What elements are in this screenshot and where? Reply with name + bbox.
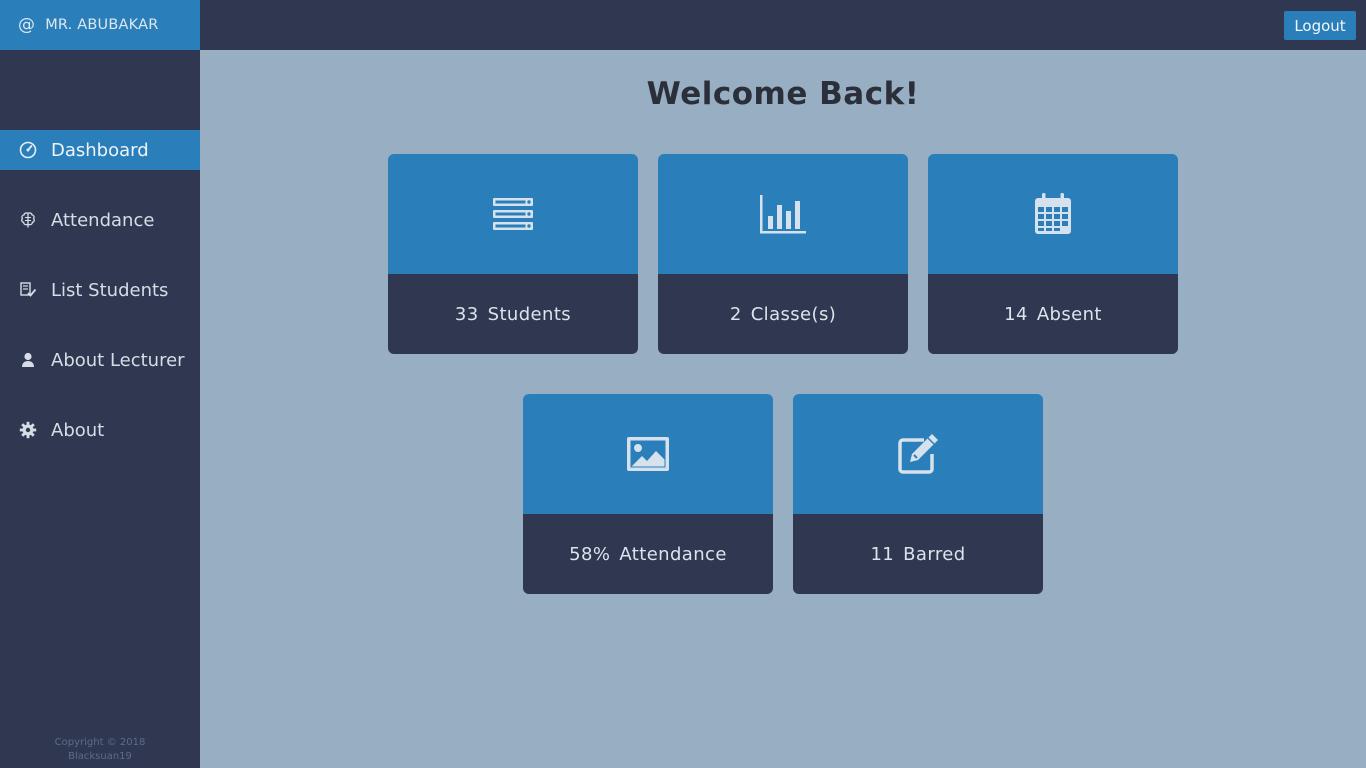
user-name: MR. ABUBAKAR: [45, 17, 159, 33]
dashboard-gauge-icon: [19, 141, 37, 159]
card-barred[interactable]: 11 Barred: [793, 394, 1043, 594]
bar-chart-icon: [760, 195, 806, 234]
logout-button[interactable]: Logout: [1284, 11, 1356, 40]
card-caption: 33 Students: [388, 274, 638, 354]
card-icon-area: [388, 154, 638, 274]
card-label: Students: [487, 303, 572, 325]
card-value: 58%: [569, 543, 611, 565]
calendar-icon: [1035, 193, 1071, 234]
sidebar-item-label: About Lecturer: [51, 349, 185, 371]
card-caption: 11 Barred: [793, 514, 1043, 594]
gear-icon: [19, 421, 37, 439]
card-icon-area: [793, 394, 1043, 514]
card-caption: 2 Classe(s): [658, 274, 908, 354]
card-label: Attendance: [619, 543, 727, 565]
card-icon-area: [658, 154, 908, 274]
user-icon: [19, 351, 37, 369]
card-value: 11: [870, 543, 895, 565]
top-bar: Logout: [200, 0, 1366, 50]
card-icon-area: [523, 394, 773, 514]
card-icon-area: [928, 154, 1178, 274]
sidebar-item-dashboard[interactable]: Dashboard: [0, 130, 200, 170]
sidebar-item-label: List Students: [51, 279, 169, 301]
card-label: Classe(s): [750, 303, 837, 325]
card-value: 33: [454, 303, 479, 325]
sidebar-item-label: About: [51, 419, 105, 441]
card-attendance[interactable]: 58% Attendance: [523, 394, 773, 594]
brain-icon: [19, 211, 37, 229]
card-students[interactable]: 33 Students: [388, 154, 638, 354]
at-icon: @: [18, 15, 36, 35]
sidebar-item-attendance[interactable]: Attendance: [0, 200, 200, 240]
card-caption: 58% Attendance: [523, 514, 773, 594]
sidebar-item-list-students[interactable]: List Students: [0, 270, 200, 310]
card-caption: 14 Absent: [928, 274, 1178, 354]
image-icon: [627, 437, 669, 471]
user-brand[interactable]: @ MR. ABUBAKAR: [0, 0, 200, 50]
card-label: Barred: [903, 543, 966, 565]
copyright-author: Blacksuan19: [68, 751, 132, 762]
page-title: Welcome Back!: [646, 76, 920, 112]
sidebar-item-label: Attendance: [51, 209, 155, 231]
card-value: 14: [1004, 303, 1028, 325]
sidebar-item-about[interactable]: About: [0, 410, 200, 450]
checklist-icon: [19, 281, 37, 299]
edit-icon: [898, 434, 938, 474]
copyright-line: Copyright © 2018: [54, 737, 146, 748]
card-value: 2: [729, 303, 742, 325]
sidebar-item-about-lecturer[interactable]: About Lecturer: [0, 340, 200, 380]
sidebar-item-label: Dashboard: [51, 139, 149, 161]
card-label: Absent: [1036, 303, 1102, 325]
card-classes[interactable]: 2 Classe(s): [658, 154, 908, 354]
copyright: Copyright © 2018 Blacksuan19: [0, 736, 200, 764]
server-icon: [493, 198, 533, 230]
card-absent[interactable]: 14 Absent: [928, 154, 1178, 354]
sidebar: @ MR. ABUBAKAR Dashboard Attendance List…: [0, 0, 200, 768]
